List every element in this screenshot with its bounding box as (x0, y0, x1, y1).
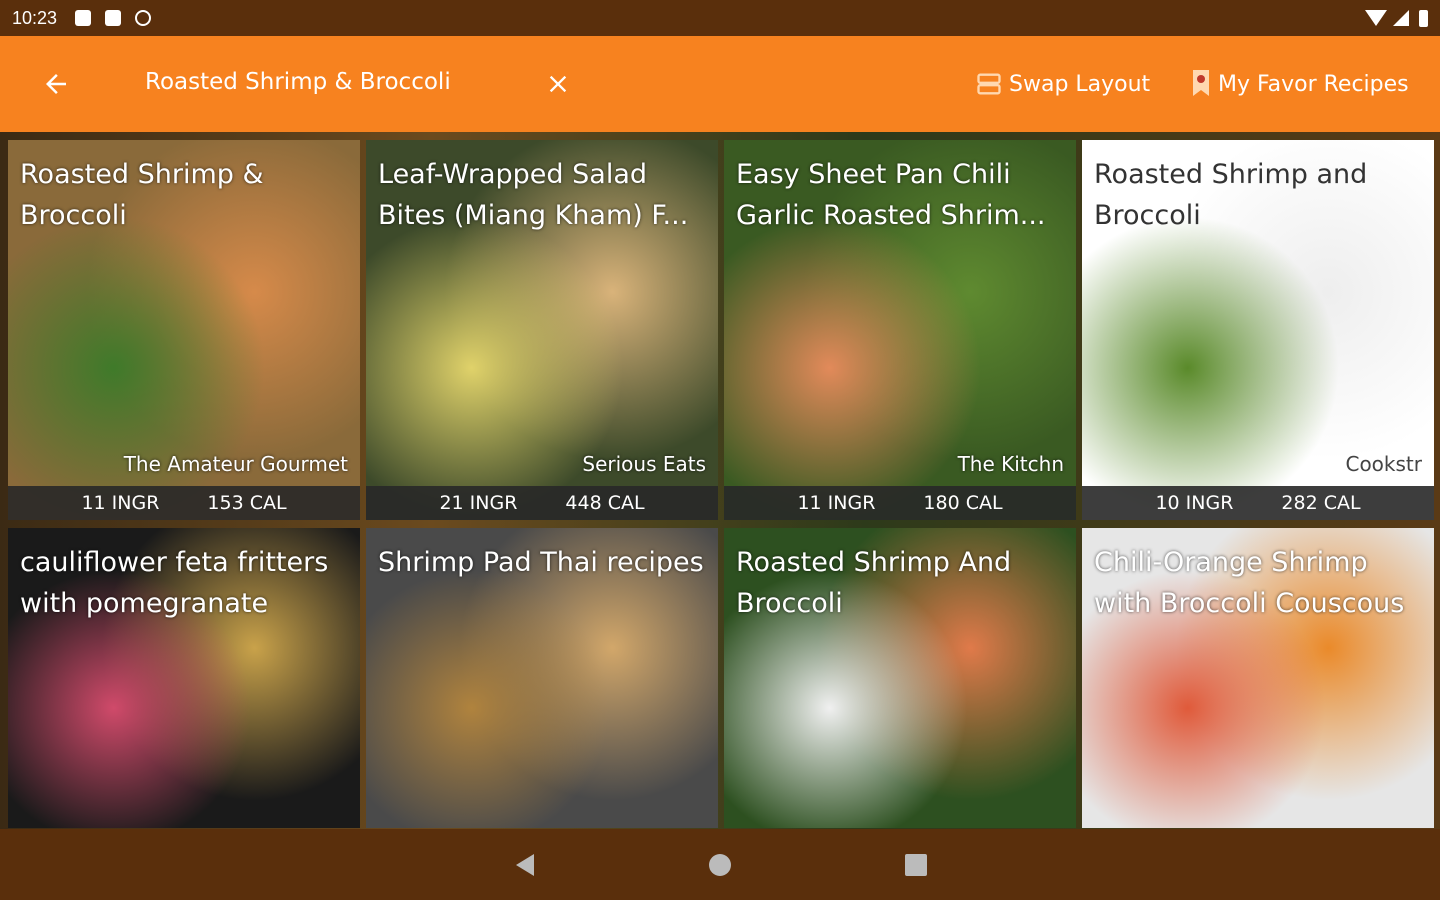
favorite-recipes-label: My Favor Recipes (1218, 71, 1409, 97)
system-nav-bar (0, 829, 1440, 900)
sd-card-icon (105, 10, 122, 26)
recipe-title: Shrimp Pad Thai recipes (378, 547, 704, 578)
triangle-back-icon (516, 853, 534, 876)
recipe-card[interactable]: Roasted Shrimp And Broccoli (724, 528, 1076, 828)
swap-layout-button[interactable]: Swap Layout (975, 66, 1150, 102)
status-time: 10:23 (12, 7, 58, 28)
close-icon (549, 75, 567, 93)
recipe-title: cauliflower feta fritters with pomegrana… (20, 547, 329, 619)
recipe-stats: 11 INGR 180 CAL (724, 486, 1076, 520)
recipe-card[interactable]: Chili-Orange Shrimp with Broccoli Cousco… (1082, 528, 1434, 828)
recipe-card[interactable]: Shrimp Pad Thai recipes (366, 528, 718, 828)
notification-icon (75, 10, 92, 26)
calorie-count: 448 CAL (565, 492, 645, 514)
back-button[interactable] (38, 66, 74, 102)
calorie-count: 180 CAL (923, 492, 1003, 514)
nav-home-button[interactable] (702, 847, 738, 883)
recipe-title: Roasted Shrimp & Broccoli (20, 159, 264, 231)
clear-search-button[interactable] (540, 66, 576, 102)
app-bar: Roasted Shrimp & Broccoli Swap Layout My… (0, 36, 1440, 132)
circle-home-icon (709, 853, 731, 876)
swap-layout-label: Swap Layout (1009, 71, 1151, 97)
recipe-title: Easy Sheet Pan Chili Garlic Roasted Shri… (736, 159, 1046, 231)
status-bar: 10:23 (0, 0, 1440, 36)
ingredient-count: 10 INGR (1155, 492, 1234, 514)
nav-back-button[interactable] (506, 847, 542, 883)
square-recents-icon (905, 853, 927, 876)
recipe-stats: 21 INGR 448 CAL (366, 486, 718, 520)
calorie-count: 153 CAL (207, 492, 287, 514)
recipe-grid: Roasted Shrimp & Broccoli The Amateur Gou… (0, 132, 1440, 829)
ingredient-count: 11 INGR (797, 492, 876, 514)
recipe-card[interactable]: cauliflower feta fritters with pomegrana… (8, 528, 360, 828)
calorie-count: 282 CAL (1281, 492, 1361, 514)
recipe-source: Cookstr (1345, 452, 1422, 476)
recipe-card[interactable]: Roasted Shrimp & Broccoli The Amateur Gou… (8, 140, 360, 520)
swap-layout-icon (975, 70, 1003, 98)
recipe-source: The Amateur Gourmet (123, 452, 348, 476)
recipe-title: Chili-Orange Shrimp with Broccoli Cousco… (1094, 547, 1405, 619)
recipe-card[interactable]: Leaf-Wrapped Salad Bites (Miang Kham) F.… (366, 140, 718, 520)
nav-recents-button[interactable] (898, 847, 934, 883)
favorite-ribbon-icon (1190, 69, 1212, 99)
recipe-title: Roasted Shrimp And Broccoli (736, 547, 1012, 619)
recipe-title: Roasted Shrimp and Broccoli (1094, 159, 1368, 231)
battery-icon (1419, 9, 1428, 27)
wifi-icon (1365, 10, 1387, 26)
recipe-card[interactable]: Roasted Shrimp and Broccoli Cookstr 10 ING… (1082, 140, 1434, 520)
recipe-card[interactable]: Easy Sheet Pan Chili Garlic Roasted Shri… (724, 140, 1076, 520)
ingredient-count: 11 INGR (81, 492, 160, 514)
recipe-stats: 11 INGR 153 CAL (8, 486, 360, 520)
sync-icon (135, 10, 152, 26)
recipe-stats: 10 INGR 282 CAL (1082, 486, 1434, 520)
favorite-recipes-button[interactable]: My Favor Recipes (1190, 66, 1409, 102)
ingredient-count: 21 INGR (439, 492, 518, 514)
recipe-source: Serious Eats (582, 452, 706, 476)
search-query[interactable]: Roasted Shrimp & Broccoli (145, 69, 451, 95)
recipe-title: Leaf-Wrapped Salad Bites (Miang Kham) F.… (378, 159, 689, 231)
recipe-source: The Kitchn (957, 452, 1064, 476)
arrow-left-icon (46, 74, 66, 94)
signal-icon (1393, 10, 1409, 26)
